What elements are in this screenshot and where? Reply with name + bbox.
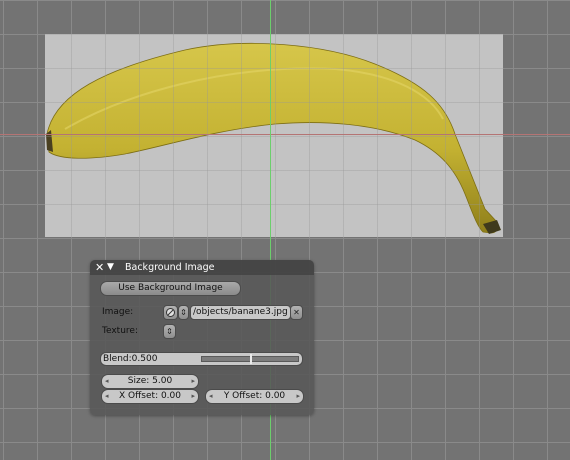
blend-label: Blend:0.500 <box>103 354 158 364</box>
background-image-panel: ✕ ▼ Background Image Use Background Imag… <box>90 260 314 415</box>
increment-arrow-icon[interactable]: ▸ <box>191 375 195 388</box>
texture-label: Texture: <box>102 326 138 336</box>
updown-icon: ⇕ <box>166 327 173 336</box>
background-image <box>45 34 503 237</box>
updown-icon[interactable]: ⇕ <box>178 305 189 320</box>
blend-handle[interactable] <box>250 354 252 364</box>
x-axis-line <box>0 134 570 135</box>
close-icon[interactable]: ✕ <box>95 261 104 274</box>
texture-browse-button[interactable]: ⇕ <box>163 324 176 339</box>
x-icon[interactable]: ✕ <box>290 305 303 320</box>
decrement-arrow-icon[interactable]: ◂ <box>105 375 109 388</box>
y-offset-field[interactable]: ◂ Y Offset: 0.00 ▸ <box>205 389 304 404</box>
panel-title: Background Image <box>125 262 215 273</box>
triangle-down-icon[interactable]: ▼ <box>107 261 114 274</box>
decrement-arrow-icon[interactable]: ◂ <box>209 390 213 403</box>
panel-header[interactable]: ✕ ▼ Background Image <box>90 260 314 275</box>
increment-arrow-icon[interactable]: ▸ <box>296 390 300 403</box>
use-background-image-button[interactable]: Use Background Image <box>100 281 241 296</box>
size-field[interactable]: ◂ Size: 5.00 ▸ <box>101 374 199 389</box>
blend-slider[interactable]: Blend:0.500 <box>100 352 303 366</box>
image-label: Image: <box>102 307 134 317</box>
x-offset-field[interactable]: ◂ X Offset: 0.00 ▸ <box>101 389 199 404</box>
decrement-arrow-icon[interactable]: ◂ <box>105 390 109 403</box>
increment-arrow-icon[interactable]: ▸ <box>191 390 195 403</box>
banana-image <box>46 43 501 234</box>
image-path-field[interactable]: /objects/banane3.jpg <box>190 305 291 320</box>
image-icon[interactable] <box>163 305 178 320</box>
